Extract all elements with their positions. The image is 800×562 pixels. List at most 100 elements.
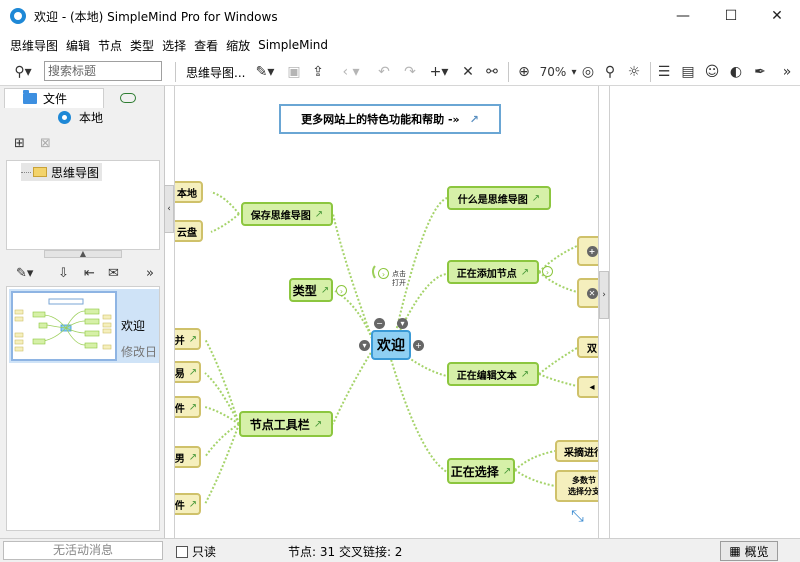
node-add-child[interactable]: + [577, 236, 598, 266]
node-expand-icon[interactable]: › [542, 266, 553, 277]
menu-edit[interactable]: 编辑 [62, 37, 94, 54]
import-icon[interactable]: ⇩ [58, 266, 69, 281]
collapse-left-panel-button[interactable]: ‹ [164, 185, 174, 233]
node-label: 采摘进行 [564, 447, 598, 459]
node-local[interactable]: 本地 [175, 181, 203, 203]
cloud-icon [120, 93, 136, 103]
node-label: 云盘 [177, 227, 197, 239]
status-bar: 无活动消息 只读 节点: 31 交叉链接: 2 ▦ 概览 [0, 538, 800, 562]
redo-icon[interactable]: ↷ [400, 62, 420, 82]
tree-item-mindmaps[interactable]: 思维导图 [21, 163, 103, 181]
app-logo-icon [10, 8, 26, 24]
node-types[interactable]: 类型 ↗ [289, 278, 333, 302]
new-folder-icon[interactable]: ⊞ [14, 136, 25, 151]
zoom-icon[interactable]: ⊕ [514, 62, 534, 82]
node-add-right-icon[interactable]: + [413, 340, 424, 351]
add-icon: + [586, 245, 598, 257]
collapse-right-panel-button[interactable]: › [599, 271, 609, 319]
website-help-banner[interactable]: 更多网站上的特色功能和帮助 -» ↗ [279, 104, 501, 134]
edit-icon[interactable]: ✎▾ [250, 62, 280, 82]
cross-link-icon[interactable]: ⚯ [482, 62, 502, 82]
close-button[interactable]: ✕ [754, 0, 800, 32]
overview-button[interactable]: ▦ 概览 [720, 541, 778, 561]
more-icon[interactable]: » [778, 62, 796, 82]
menu-simplemind[interactable]: SimpleMind [254, 38, 332, 52]
new-document-icon[interactable]: ✎▾ [16, 266, 33, 281]
node-label: 选择分支 [568, 487, 599, 496]
back-icon[interactable]: ‹ ▾ [334, 62, 368, 82]
outline-icon[interactable]: ☰ [654, 62, 674, 82]
node-expand-icon[interactable]: › [336, 285, 347, 296]
focus-icon[interactable]: ◎ [578, 62, 598, 82]
find-icon[interactable]: ⚲ [600, 62, 620, 82]
node-partial[interactable]: 易 ↗ [175, 361, 201, 383]
email-icon[interactable]: ✉ [108, 266, 119, 281]
fullscreen-icon[interactable]: ⤡ [571, 506, 584, 526]
document-thumbnail[interactable] [11, 291, 117, 361]
node-label: 件 [174, 500, 185, 512]
undo-icon[interactable]: ↶ [374, 62, 394, 82]
add-node-icon[interactable]: +▾ [424, 62, 454, 82]
node-save-map[interactable]: 保存思维导图 ↗ [241, 202, 333, 226]
delete-folder-icon[interactable]: ⊠ [40, 136, 51, 151]
remove-icon: ✕ [586, 287, 598, 299]
save-icon[interactable]: ▣ [284, 62, 304, 82]
export-icon[interactable]: ⇤ [84, 266, 95, 281]
node-what-is-mindmap[interactable]: 什么是思维导图 ↗ [447, 186, 551, 210]
node-sub-select-2[interactable]: 多数节 选择分支 [555, 470, 599, 502]
toolbar-separator [175, 62, 176, 82]
share-icon[interactable]: ⇪ [308, 62, 328, 82]
node-remove-child[interactable]: ✕ [577, 278, 598, 308]
node-partial[interactable]: 男 ↗ [175, 446, 201, 468]
tab-cloud[interactable] [104, 88, 144, 108]
note-icon[interactable]: ▤ [678, 62, 698, 82]
node-cloud[interactable]: 云盘 [175, 220, 203, 242]
idea-icon[interactable]: ☼ [624, 62, 644, 82]
mindmap-canvas[interactable]: 更多网站上的特色功能和帮助 -» ↗ 保存思维导图 ↗ 本地 云盘 类型 ↗ › ›… [174, 86, 599, 538]
menu-mindmap[interactable]: 思维导图 [6, 37, 62, 54]
palette-icon[interactable]: ◐ [726, 62, 746, 82]
style-brush-icon[interactable]: ✒ [750, 62, 770, 82]
node-partial[interactable]: 件 ↗ [174, 493, 201, 515]
node-center-welcome[interactable]: 欢迎 [371, 330, 411, 360]
more-icon[interactable]: » [146, 266, 154, 281]
checkbox-box [176, 545, 188, 558]
menu-node[interactable]: 节点 [94, 37, 126, 54]
search-input[interactable] [44, 61, 162, 81]
folder-tools: ⊞ ⊠ [0, 132, 165, 158]
node-link-icon: ↗ [520, 266, 530, 278]
delete-icon[interactable]: ✕ [458, 62, 478, 82]
node-link-icon: ↗ [188, 498, 198, 510]
node-label: 欢迎 [377, 338, 405, 354]
node-partial[interactable]: 件 ↗ [175, 396, 201, 418]
node-label: 类型 [292, 283, 317, 298]
menu-style[interactable]: 类型 [126, 37, 158, 54]
node-expand-up-icon[interactable]: ▾ [397, 318, 408, 329]
local-storage[interactable]: 本地 [58, 108, 103, 126]
menu-view[interactable]: 查看 [190, 37, 222, 54]
node-node-toolbar[interactable]: 节点工具栏 ↗ [239, 411, 333, 437]
menu-bar: 思维导图 编辑 节点 类型 选择 查看 缩放 SimpleMind [0, 34, 800, 56]
node-editing-text[interactable]: 正在编辑文本 ↗ [447, 362, 539, 386]
node-partial-right-icon[interactable]: ◂ [577, 376, 598, 398]
node-adding-nodes[interactable]: 正在添加节点 ↗ [447, 260, 539, 284]
node-partial[interactable]: 并 ↗ [175, 328, 201, 350]
emoji-icon[interactable]: ☺ [702, 62, 722, 82]
node-sub-select-1[interactable]: 采摘进行 [555, 440, 598, 462]
tab-files[interactable]: 文件 [4, 88, 104, 108]
maximize-button[interactable]: ☐ [708, 0, 754, 32]
panel-splitter[interactable]: ▲ [44, 250, 122, 258]
node-expand-left-icon[interactable]: ▾ [359, 340, 370, 351]
search-dropdown-icon[interactable]: ⚲▾ [6, 62, 40, 82]
menu-zoom[interactable]: 缩放 [222, 37, 254, 54]
document-menu-button[interactable]: 思维导图... [186, 64, 245, 81]
node-partial-right[interactable]: 双 [577, 336, 598, 358]
minimize-button[interactable]: — [660, 0, 706, 32]
menu-select[interactable]: 选择 [158, 37, 190, 54]
node-link-icon: ↗ [188, 451, 198, 463]
node-collapse-up-icon[interactable]: − [374, 318, 385, 329]
node-expand-icon[interactable]: › [378, 268, 389, 279]
node-selecting[interactable]: 正在选择 ↗ [447, 458, 515, 484]
readonly-checkbox[interactable]: 只读 [176, 543, 216, 560]
zoom-level[interactable]: 70% [536, 62, 570, 82]
